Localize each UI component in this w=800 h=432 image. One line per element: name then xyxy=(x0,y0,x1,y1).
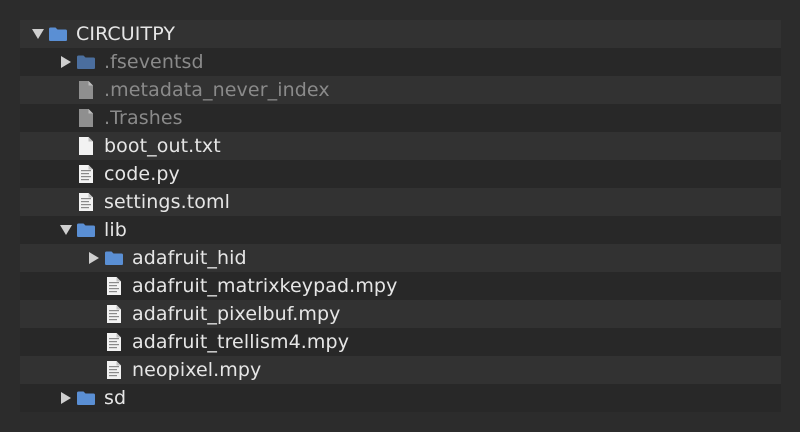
tree-item-label: adafruit_trellism4.mpy xyxy=(132,331,350,353)
code-file-icon xyxy=(104,356,124,384)
code-file-icon xyxy=(76,188,96,216)
file-icon xyxy=(76,76,96,104)
tree-item-label: sd xyxy=(104,387,127,409)
tree-item-label: adafruit_matrixkeypad.mpy xyxy=(132,275,398,297)
tree-row-settings-toml[interactable]: settings.toml xyxy=(20,188,781,216)
tree-row-trashes[interactable]: .Trashes xyxy=(20,104,781,132)
file-icon xyxy=(76,104,96,132)
tree-row-metadata-never-index[interactable]: .metadata_never_index xyxy=(20,76,781,104)
chevron-right-icon[interactable] xyxy=(86,244,102,272)
chevron-right-icon[interactable] xyxy=(58,48,74,76)
tree-item-label: CIRCUITPY xyxy=(76,23,176,45)
tree-row-adafruit-pixelbuf-mpy[interactable]: adafruit_pixelbuf.mpy xyxy=(20,300,781,328)
folder-icon xyxy=(76,384,96,412)
chevron-down-icon[interactable] xyxy=(30,20,46,48)
folder-icon xyxy=(104,244,124,272)
tree-row-lib[interactable]: lib xyxy=(20,216,781,244)
tree-item-label: .metadata_never_index xyxy=(104,79,330,101)
code-file-icon xyxy=(104,300,124,328)
tree-row-sd[interactable]: sd xyxy=(20,384,781,412)
chevron-right-icon[interactable] xyxy=(58,384,74,412)
chevron-down-icon[interactable] xyxy=(58,216,74,244)
tree-row-adafruit-trellism4-mpy[interactable]: adafruit_trellism4.mpy xyxy=(20,328,781,356)
tree-item-label: adafruit_hid xyxy=(132,247,247,269)
tree-row-boot-out-txt[interactable]: boot_out.txt xyxy=(20,132,781,160)
code-file-icon xyxy=(104,272,124,300)
tree-row-adafruit-matrixkeypad-mpy[interactable]: adafruit_matrixkeypad.mpy xyxy=(20,272,781,300)
folder-icon xyxy=(48,20,68,48)
tree-item-label: adafruit_pixelbuf.mpy xyxy=(132,303,341,325)
tree-item-label: settings.toml xyxy=(104,191,230,213)
code-file-icon xyxy=(76,160,96,188)
folder-icon xyxy=(76,48,96,76)
tree-item-label: lib xyxy=(104,219,127,241)
text-file-icon xyxy=(76,132,96,160)
file-tree: CIRCUITPY .fseventsd .metadata_never_ind… xyxy=(20,20,781,412)
code-file-icon xyxy=(104,328,124,356)
tree-row-code-py[interactable]: code.py xyxy=(20,160,781,188)
tree-row-circuitpy[interactable]: CIRCUITPY xyxy=(20,20,781,48)
tree-row-fseventsd[interactable]: .fseventsd xyxy=(20,48,781,76)
tree-item-label: .fseventsd xyxy=(104,51,204,73)
tree-item-label: code.py xyxy=(104,163,180,185)
folder-icon xyxy=(76,216,96,244)
tree-item-label: boot_out.txt xyxy=(104,135,221,157)
tree-item-label: .Trashes xyxy=(104,107,183,129)
tree-row-neopixel-mpy[interactable]: neopixel.mpy xyxy=(20,356,781,384)
tree-item-label: neopixel.mpy xyxy=(132,359,262,381)
tree-row-adafruit-hid[interactable]: adafruit_hid xyxy=(20,244,781,272)
